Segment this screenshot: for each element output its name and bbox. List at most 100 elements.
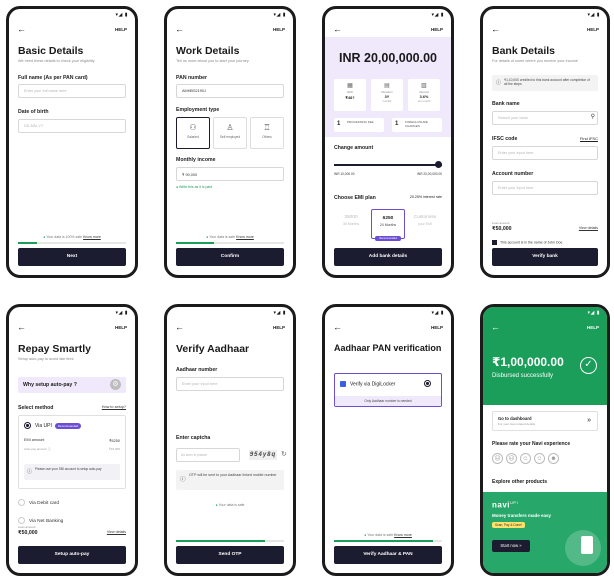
find-ifsc-link[interactable]: Find IFSC [580,136,598,141]
captcha-input[interactable]: As seen in picture [176,448,240,462]
shield-icon: ● [43,235,46,239]
upi-option[interactable]: Via UPI Recommended [24,422,82,429]
fee-number: 1 [395,121,399,127]
back-arrow-icon[interactable]: ← [17,25,26,34]
loan-amount-row: Loan amount ₹50,000 View details [492,221,598,237]
help-link[interactable]: HELP [431,325,443,330]
help-link[interactable]: HELP [115,325,127,330]
secure-text: Your data is safe [367,533,394,537]
full-name-input[interactable]: Enter your full name here [18,84,126,98]
next-button[interactable]: Next [18,248,126,266]
radio-unselected-icon[interactable] [18,499,25,506]
info-icon: ⓘ [180,477,186,483]
secure-text: Your data is safe [218,503,245,507]
check-text: This account is in the name of John Doe [500,240,563,245]
add-bank-details-button[interactable]: Add bank details [334,248,442,266]
view-details-link[interactable]: View details [579,226,598,230]
back-arrow-icon[interactable]: ← [17,323,26,332]
rating-emoji-1-icon[interactable]: ☹ [492,453,503,464]
autopay-amount-row: Auto-pay amount ⓘ ₹15,000 [24,447,120,451]
upi-method-card[interactable]: Via UPI Recommended EMI amount ₹6250 Auto-… [18,415,126,489]
help-link[interactable]: HELP [273,325,285,330]
navi-upi-logo: naviUPI [492,500,518,510]
page-subtitle: We need these details to check your elig… [18,59,95,63]
rating-emoji-2-icon[interactable]: ☹ [506,453,517,464]
employment-option-self-employed[interactable]: ♙ Self employed [213,117,247,149]
loan-amount-label: Loan amount [18,525,36,529]
back-arrow-icon[interactable]: ← [175,323,184,332]
help-link[interactable]: HELP [273,27,285,32]
back-arrow-icon[interactable]: ← [491,323,500,332]
radio-selected-icon[interactable] [424,380,431,387]
account-holder-check[interactable]: This account is in the name of John Doe [492,240,562,245]
clock-icon: ▤ [384,83,390,89]
employment-option-salaried[interactable]: ⚇ Salaried [176,117,210,149]
foreclosure-charges: 1 FORECLOSURE CHARGES [392,118,442,132]
confirm-button[interactable]: Confirm [176,248,284,266]
bank-search-input[interactable]: Search your bank [492,111,598,125]
rating-emoji-5-icon[interactable]: ☻ [548,453,559,464]
back-arrow-icon[interactable]: ← [175,25,184,34]
others-icon: ♖ [263,123,271,132]
search-icon[interactable]: ⚲ [591,113,595,120]
net-banking-option[interactable]: Via Net Banking [18,517,63,524]
help-link[interactable]: HELP [587,325,599,330]
radio-selected-icon[interactable] [24,422,31,429]
amount-slider[interactable] [334,164,442,166]
know-more-link[interactable]: Know more [394,533,412,537]
verify-aadhaar-pan-button[interactable]: Verify Aadhaar & PAN [334,546,442,564]
debit-card-label: Via Debit card [29,500,60,506]
progress-bar [334,540,442,542]
radio-unselected-icon[interactable] [18,517,25,524]
send-otp-button[interactable]: Send OTP [176,546,284,564]
employment-type-label: Employment type [176,107,220,113]
verify-bank-button[interactable]: Verify bank [492,248,598,266]
slider-handle[interactable] [435,161,442,168]
interest-rate: 20.25% interest rate [409,195,442,199]
autopay-text: Why setup auto-pay ? [23,382,77,388]
why-autopay-card[interactable]: Why setup auto-pay ? ⚙ [18,377,126,393]
know-more-link[interactable]: Know more [236,235,254,239]
otp-note: ⓘ OTP will be sent to your Aadhaar linked… [176,470,284,490]
back-arrow-icon[interactable]: ← [333,25,342,34]
emi-plan-custom[interactable]: Customise your EMI [408,209,442,239]
fee-text: PROCESSING FEE [347,120,374,124]
rating-emoji-3-icon[interactable]: ☺ [520,453,531,464]
help-link[interactable]: HELP [587,27,599,32]
page-title: Aadhaar PAN verification [334,343,442,353]
employment-option-others[interactable]: ♖ Others [250,117,284,149]
back-arrow-icon[interactable]: ← [491,25,500,34]
shield-icon: ● [215,503,218,507]
info-icon: ⓘ [496,80,502,86]
explore-title: Explore other products [492,479,548,485]
dob-input[interactable]: DD-MM-YY [18,119,126,133]
ifsc-input[interactable]: Enter your input here [492,146,598,160]
view-details-link[interactable]: View details [107,530,126,534]
account-number-input[interactable]: Enter your input here [492,181,598,195]
help-link[interactable]: HELP [431,27,443,32]
rating-emoji-4-icon[interactable]: ☺ [534,453,545,464]
know-more-link[interactable]: Know more [83,235,101,239]
start-now-button[interactable]: Start now » [492,540,530,552]
go-to-dashboard-card[interactable]: Go to dashboard For your loan related det… [492,411,598,431]
setup-autopay-button[interactable]: Setup auto-pay [18,546,126,564]
refresh-icon[interactable]: ↻ [281,450,287,458]
checkbox-checked-icon[interactable] [492,240,497,245]
help-link[interactable]: HELP [115,27,127,32]
upi-label: Via UPI [35,422,52,429]
upi-promo-banner[interactable]: naviUPI Money transfers made easy Scan, … [483,492,607,573]
emi-amount-value: ₹6250 [109,439,120,443]
how-to-setup-link[interactable]: How to setup? [102,405,126,409]
secure-text: Your data is 100% safe [46,235,83,239]
plan-value: 6250 [382,216,394,221]
emi-plan-36[interactable]: 35000 36 Months [334,209,368,239]
pan-input[interactable]: AMHBS2190J [176,84,284,98]
monthly-income-input[interactable]: ₹ 90,000 [176,167,284,181]
aadhaar-number-input[interactable]: Enter your input here [176,377,284,391]
page-subtitle: Tell us more about you to start your jou… [176,59,249,63]
back-arrow-icon[interactable]: ← [333,323,342,332]
debit-card-option[interactable]: Via Debit card [18,499,59,506]
emi-plan-24[interactable]: 6250 24 Months Recommended [371,209,405,241]
digilocker-option[interactable]: Verify via DigiLocker Only Aadhaar numbe… [334,373,442,407]
income-helper-text: Write this as it is paid [179,185,213,189]
